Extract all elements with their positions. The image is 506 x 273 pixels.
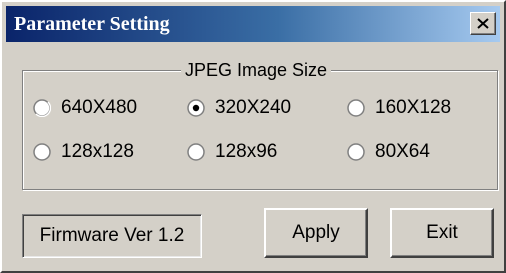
radio-checked-icon — [187, 99, 205, 117]
parameter-setting-dialog: Parameter Setting JPEG Image Size 640X48… — [0, 0, 506, 273]
radio-label: 320X240 — [215, 97, 292, 118]
radio-label: 128x96 — [215, 141, 278, 162]
title-bar[interactable]: Parameter Setting — [6, 6, 500, 42]
radio-640x480[interactable]: 640X480 — [33, 95, 137, 121]
radio-unchecked-icon — [187, 143, 205, 161]
firmware-version-label: Firmware Ver 1.2 — [22, 214, 202, 258]
radio-unchecked-icon — [33, 99, 51, 117]
radio-160x128[interactable]: 160X128 — [347, 95, 451, 121]
radio-label: 640X480 — [61, 97, 138, 118]
radio-label: 160X128 — [375, 97, 452, 118]
radio-80x64[interactable]: 80X64 — [347, 139, 430, 165]
group-label: JPEG Image Size — [181, 58, 332, 82]
radio-128x96[interactable]: 128x96 — [187, 139, 277, 165]
close-button[interactable] — [470, 12, 496, 35]
radio-unchecked-icon — [33, 143, 51, 161]
exit-button[interactable]: Exit — [390, 208, 494, 258]
radio-unchecked-icon — [347, 143, 365, 161]
radio-label: 128x128 — [61, 141, 134, 162]
radio-320x240[interactable]: 320X240 — [187, 95, 291, 121]
close-x-icon — [477, 18, 489, 29]
radio-label: 80X64 — [375, 141, 430, 162]
window-title: Parameter Setting — [14, 13, 170, 35]
apply-button[interactable]: Apply — [264, 208, 368, 258]
radio-128x128[interactable]: 128x128 — [33, 139, 134, 165]
jpeg-image-size-group: JPEG Image Size 640X480 320X240 160X128 — [22, 58, 498, 190]
radio-unchecked-icon — [347, 99, 365, 117]
